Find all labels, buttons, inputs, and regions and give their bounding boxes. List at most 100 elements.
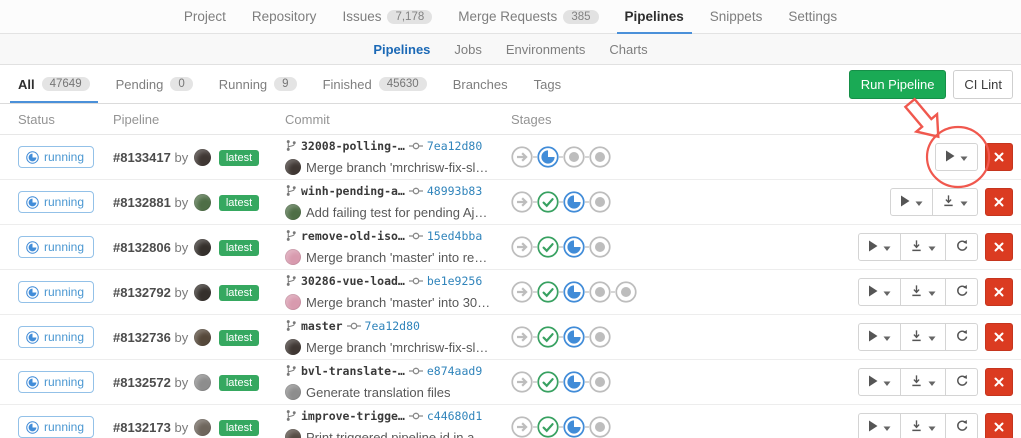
cancel-pipeline-button[interactable] — [985, 143, 1013, 171]
committer-avatar[interactable] — [285, 159, 301, 175]
nav-item-environments[interactable]: Environments — [506, 42, 585, 57]
committer-avatar[interactable] — [285, 294, 301, 310]
user-avatar[interactable] — [194, 329, 211, 346]
user-avatar[interactable] — [194, 149, 211, 166]
commit-message-link[interactable]: Merge branch 'mrchrisw-fix-sl… — [306, 341, 488, 354]
committer-avatar[interactable] — [285, 249, 301, 265]
commit-sha-link[interactable]: be1e9256 — [427, 276, 482, 288]
stage-success-icon[interactable] — [537, 326, 559, 348]
tab-all[interactable]: All 47649 — [18, 65, 90, 103]
nav-item-project[interactable]: Project — [184, 0, 226, 33]
download-artifacts-dropdown-button[interactable] — [900, 234, 945, 260]
stage-running-icon[interactable] — [563, 236, 585, 258]
retry-pipeline-button[interactable] — [945, 414, 977, 438]
stage-created-icon[interactable] — [589, 326, 611, 348]
retry-pipeline-button[interactable] — [945, 369, 977, 395]
stage-created-icon[interactable] — [589, 191, 611, 213]
pipeline-id-link[interactable]: #8132792 — [113, 285, 171, 300]
nav-item-pipelines[interactable]: Pipelines — [373, 42, 430, 57]
stage-running-icon[interactable] — [563, 326, 585, 348]
commit-sha-link[interactable]: e874aad9 — [427, 366, 482, 378]
cancel-pipeline-button[interactable] — [985, 413, 1013, 438]
committer-avatar[interactable] — [285, 204, 301, 220]
stage-created-icon[interactable] — [589, 146, 611, 168]
commit-message-link[interactable]: Merge branch 'master' into re… — [306, 251, 487, 264]
commit-sha-link[interactable]: 48993b83 — [427, 186, 482, 198]
tab-running[interactable]: Running 9 — [219, 65, 297, 103]
user-avatar[interactable] — [194, 374, 211, 391]
pipeline-id-link[interactable]: #8133417 — [113, 150, 171, 165]
status-badge[interactable]: running — [18, 146, 94, 168]
play-dropdown-button[interactable] — [859, 369, 900, 395]
commit-message-link[interactable]: Add failing test for pending Aj… — [306, 206, 487, 219]
stage-success-icon[interactable] — [537, 191, 559, 213]
play-dropdown-button[interactable] — [859, 324, 900, 350]
stage-success-icon[interactable] — [537, 416, 559, 438]
ci-lint-button[interactable]: CI Lint — [953, 70, 1013, 99]
pipeline-id-link[interactable]: #8132173 — [113, 420, 171, 435]
stage-skipped-icon[interactable] — [511, 281, 533, 303]
user-avatar[interactable] — [194, 239, 211, 256]
stage-created-icon[interactable] — [615, 281, 637, 303]
play-dropdown-button[interactable] — [859, 414, 900, 438]
nav-item-jobs[interactable]: Jobs — [454, 42, 481, 57]
user-avatar[interactable] — [194, 284, 211, 301]
commit-message-link[interactable]: Merge branch 'mrchrisw-fix-sl… — [306, 161, 488, 174]
play-dropdown-button[interactable] — [859, 234, 900, 260]
pipeline-id-link[interactable]: #8132881 — [113, 195, 171, 210]
pipeline-id-link[interactable]: #8132736 — [113, 330, 171, 345]
download-artifacts-dropdown-button[interactable] — [932, 189, 977, 215]
play-dropdown-button[interactable] — [891, 189, 932, 215]
branch-link[interactable]: winh-pending-a… — [301, 186, 405, 198]
user-avatar[interactable] — [194, 194, 211, 211]
stage-created-icon[interactable] — [589, 416, 611, 438]
stage-running-icon[interactable] — [537, 146, 559, 168]
nav-item-repository[interactable]: Repository — [252, 0, 317, 33]
status-badge[interactable]: running — [18, 371, 94, 393]
stage-success-icon[interactable] — [537, 281, 559, 303]
cancel-pipeline-button[interactable] — [985, 323, 1013, 351]
stage-running-icon[interactable] — [563, 281, 585, 303]
nav-item-charts[interactable]: Charts — [609, 42, 647, 57]
committer-avatar[interactable] — [285, 429, 301, 438]
commit-sha-link[interactable]: 7ea12d80 — [427, 141, 482, 153]
branch-link[interactable]: remove-old-iso… — [301, 231, 405, 243]
retry-pipeline-button[interactable] — [945, 324, 977, 350]
stage-created-icon[interactable] — [563, 146, 585, 168]
nav-item-snippets[interactable]: Snippets — [710, 0, 763, 33]
run-pipeline-button[interactable]: Run Pipeline — [849, 70, 947, 99]
branch-link[interactable]: master — [301, 321, 343, 333]
branch-link[interactable]: 32008-polling-… — [301, 141, 405, 153]
commit-sha-link[interactable]: c44680d1 — [427, 411, 482, 423]
pipeline-id-link[interactable]: #8132572 — [113, 375, 171, 390]
branch-link[interactable]: 30286-vue-load… — [301, 276, 405, 288]
stage-created-icon[interactable] — [589, 281, 611, 303]
commit-sha-link[interactable]: 15ed4bba — [427, 231, 482, 243]
stage-skipped-icon[interactable] — [511, 146, 533, 168]
stage-running-icon[interactable] — [563, 191, 585, 213]
commit-message-link[interactable]: Print triggered pipeline id in a… — [306, 431, 487, 438]
stage-skipped-icon[interactable] — [511, 191, 533, 213]
cancel-pipeline-button[interactable] — [985, 368, 1013, 396]
nav-item-settings[interactable]: Settings — [788, 0, 837, 33]
tab-pending[interactable]: Pending 0 — [116, 65, 193, 103]
committer-avatar[interactable] — [285, 384, 301, 400]
stage-skipped-icon[interactable] — [511, 236, 533, 258]
tab-tags[interactable]: Tags — [534, 65, 561, 103]
download-artifacts-dropdown-button[interactable] — [900, 414, 945, 438]
stage-success-icon[interactable] — [537, 371, 559, 393]
status-badge[interactable]: running — [18, 191, 94, 213]
commit-message-link[interactable]: Generate translation files — [306, 386, 451, 399]
play-dropdown-button[interactable] — [936, 144, 977, 170]
commit-sha-link[interactable]: 7ea12d80 — [365, 321, 420, 333]
status-badge[interactable]: running — [18, 281, 94, 303]
commit-message-link[interactable]: Merge branch 'master' into 30… — [306, 296, 490, 309]
retry-pipeline-button[interactable] — [945, 234, 977, 260]
nav-item-merge-requests[interactable]: Merge Requests 385 — [458, 0, 598, 33]
user-avatar[interactable] — [194, 419, 211, 436]
status-badge[interactable]: running — [18, 236, 94, 258]
committer-avatar[interactable] — [285, 339, 301, 355]
cancel-pipeline-button[interactable] — [985, 188, 1013, 216]
tab-branches[interactable]: Branches — [453, 65, 508, 103]
stage-running-icon[interactable] — [563, 416, 585, 438]
